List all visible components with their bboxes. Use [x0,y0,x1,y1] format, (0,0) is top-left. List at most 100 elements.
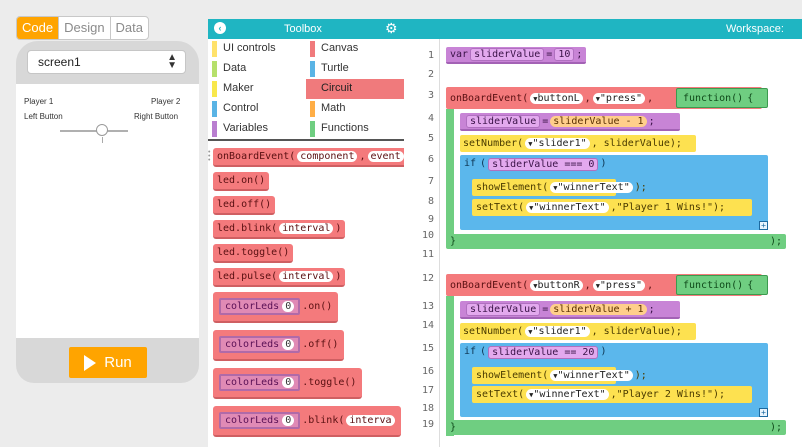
line-number: 18 [421,403,434,414]
dropdown-element[interactable]: ▼"winnerText" [526,389,609,400]
app-preview-phone: screen1 ▲ ▼ Player 1 Player 2 Left Button… [16,41,199,383]
category-circuit[interactable]: Circuit [306,79,404,99]
mode-tabs: Code Design Data [16,16,150,40]
dropdown-slider[interactable]: ▼"slider1" [525,138,590,149]
block-arg: 0 [282,377,295,388]
code-arg: sliderValue == 20 [488,346,599,359]
code-text: if [464,158,477,169]
function-block[interactable]: function(){ [676,88,768,108]
dropdown-event[interactable]: ▼"press" [592,92,646,104]
setnumber-block[interactable]: setNumber( ▼"slider1" , sliderValue); [460,135,696,152]
block-text: .off() [302,339,339,350]
plus-icon[interactable]: + [759,408,768,417]
category-functions[interactable]: Functions [306,119,396,139]
category-label: Canvas [321,42,359,54]
workspace-title: Workspace: [726,23,784,35]
screen-select[interactable]: screen1 ▲ ▼ [27,50,186,74]
block-colorleds-blink[interactable]: colorLeds 0 .blink(interva [213,406,401,437]
code-text: setNumber( [463,138,524,149]
code-arg: sliderValue === 0 [488,158,599,171]
showelement-block[interactable]: showElement( ▼"winnerText" ); [472,367,647,384]
code-text: ); [769,422,782,433]
slider-knob[interactable] [96,124,108,136]
line-number: 2 [427,69,434,80]
setnumber-block[interactable]: setNumber( ▼"slider1" , sliderValue); [460,323,696,340]
run-button[interactable]: Run [69,347,147,378]
dropdown-event[interactable]: ▼"press" [592,279,646,291]
colorleds-chip: colorLeds 0 [219,336,301,353]
slider-tick [102,137,103,143]
tab-code[interactable]: Code [17,17,59,39]
code-text: } [450,236,457,247]
code-arg: sliderValue [470,48,545,61]
block-colorleds-toggle[interactable]: colorLeds 0 .toggle() [213,368,363,399]
code-text: ,"Player 2 Wins!"); [610,389,726,400]
left-button-label: Left Button [24,112,63,121]
category-label: Turtle [321,62,349,74]
line-number: 4 [427,113,434,124]
line-number: 13 [421,301,434,312]
plus-icon[interactable]: + [759,221,768,230]
category-swatch [310,121,315,137]
block-text: colorLeds [225,415,280,426]
code-text: ); [634,182,647,193]
gear-icon[interactable]: ⚙ [385,20,398,36]
category-variables[interactable]: Variables [208,119,298,139]
category-control[interactable]: Control [208,99,298,119]
category-label: UI controls [223,42,276,54]
settext-block[interactable]: setText( ▼"winnerText" ,"Player 2 Wins!"… [472,386,752,403]
code-arg: "winnerText" [557,370,630,381]
code-text: ); [769,236,782,247]
code-text: ); [634,370,647,381]
line-number: 9 [427,214,434,225]
category-data[interactable]: Data [208,59,298,79]
dropdown-element[interactable]: ▼"winnerText" [550,182,633,193]
workspace[interactable]: 1 2 3 4 5 6 7 8 9 10 11 12 13 14 15 16 17 18 19 var slider… [404,39,802,447]
code-text: onBoardEvent( [450,92,529,104]
category-label: Data [223,62,247,74]
block-led-pulse[interactable]: led.pulse(interval) [213,268,346,287]
dropdown-element[interactable]: ▼"winnerText" [550,370,633,381]
block-text: colorLeds [225,339,280,350]
block-led-toggle[interactable]: led.toggle() [213,244,294,263]
colorleds-chip: colorLeds 0 [219,374,301,391]
category-math[interactable]: Math [306,99,396,119]
function-body-rail [446,109,454,247]
block-arg: 0 [282,339,295,350]
settext-block[interactable]: setText( ▼"winnerText" ,"Player 1 Wins!"… [472,199,752,216]
dropdown-buttonl[interactable]: ▼buttonL [530,92,583,104]
var-block[interactable]: var sliderValue = 10 ; [446,47,587,64]
block-led-off[interactable]: led.off() [213,196,276,215]
block-colorleds-on[interactable]: colorLeds 0 .on() [213,292,339,323]
right-button-label: Right Button [134,112,179,121]
left-panel: Code Design Data screen1 ▲ ▼ Player 1 Pla… [0,0,208,447]
code-arg: "slider1" [532,138,587,149]
dropdown-element[interactable]: ▼"winnerText" [526,202,609,213]
block-text: .toggle() [302,377,357,388]
dropdown-slider[interactable]: ▼"slider1" [525,326,590,337]
block-onboardevent[interactable]: onBoardEvent(component, event [213,148,404,167]
category-canvas[interactable]: Canvas [306,39,396,59]
assign-block[interactable]: sliderValue = sliderValue - 1 ; [460,113,680,131]
toolbox: UI controls Canvas Data Turtle Maker Cir… [208,39,404,447]
category-turtle[interactable]: Turtle [306,59,396,79]
code-arg: sliderValue [466,302,541,316]
tab-data[interactable]: Data [109,17,148,39]
category-maker[interactable]: Maker [208,79,298,99]
code-arg: "winnerText" [533,202,606,213]
dropdown-buttonr[interactable]: ▼buttonR [530,279,583,291]
tab-design[interactable]: Design [58,17,109,39]
code-text: = [546,49,553,60]
block-text: .on() [302,301,333,312]
category-swatch [310,101,315,117]
showelement-block[interactable]: showElement( ▼"winnerText" ); [472,179,647,196]
block-led-blink[interactable]: led.blink(interval) [213,220,346,239]
slider-track[interactable] [60,130,128,132]
collapse-icon[interactable]: ‹ [214,22,226,34]
category-ui-controls[interactable]: UI controls [208,39,298,59]
assign-block[interactable]: sliderValue = sliderValue + 1 ; [460,301,680,319]
block-led-on[interactable]: led.on() [213,172,270,191]
code-text: { [747,92,754,104]
function-block[interactable]: function(){ [676,275,768,295]
block-colorleds-off[interactable]: colorLeds 0 .off() [213,330,345,361]
